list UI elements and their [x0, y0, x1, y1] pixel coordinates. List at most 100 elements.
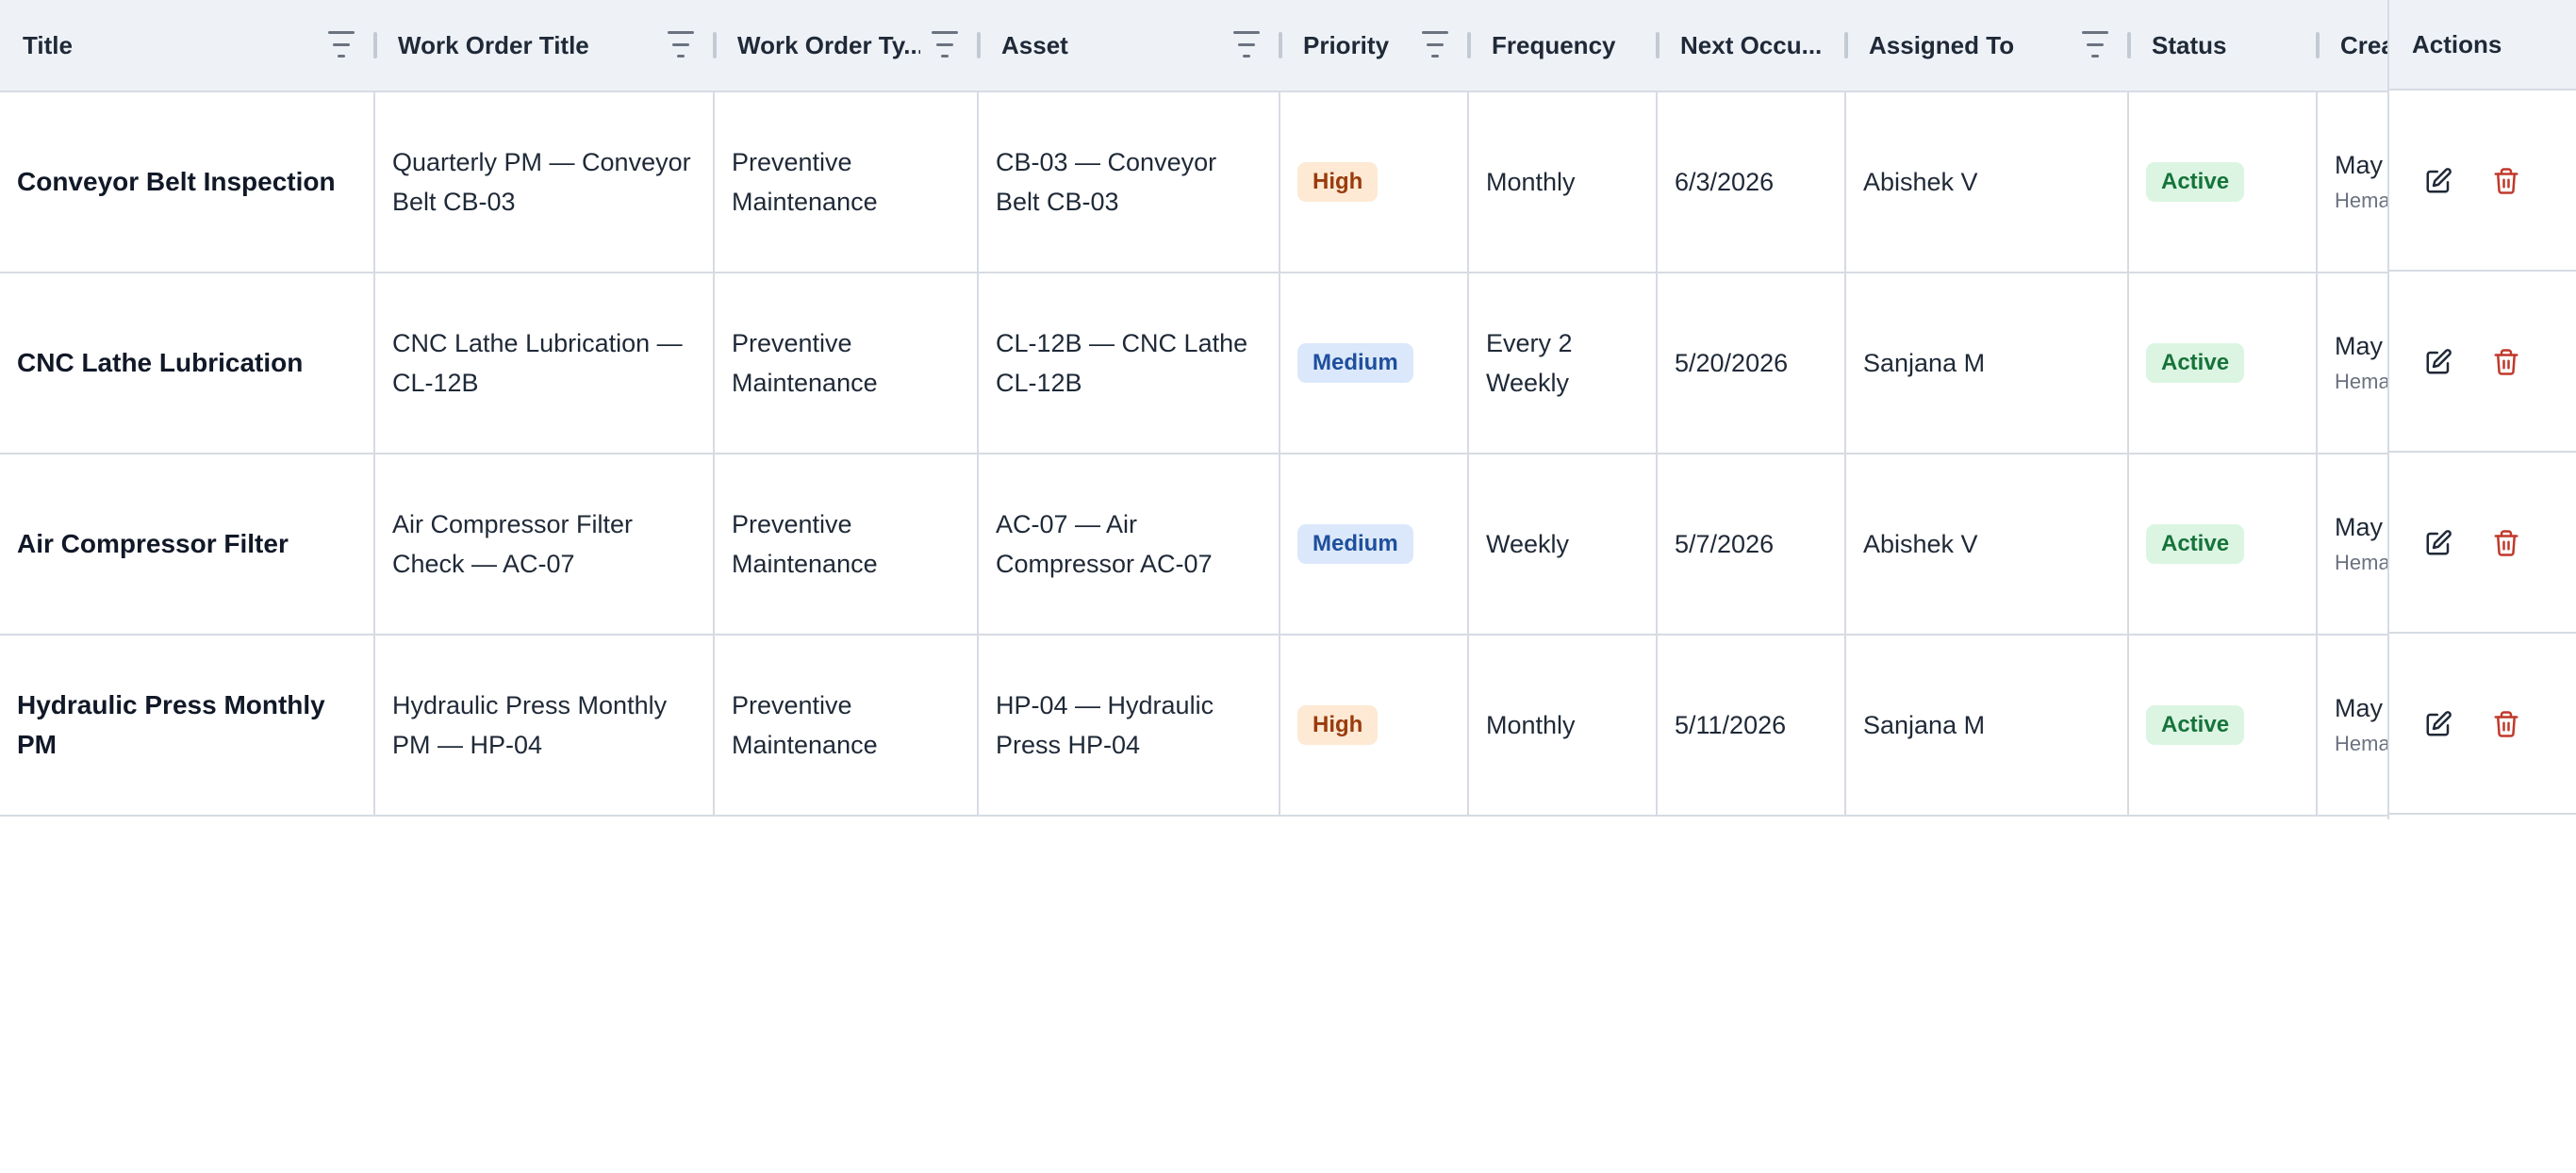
cell-asset: CB-03 — Conveyor Belt CB-03	[979, 92, 1280, 272]
filter-icon[interactable]	[326, 31, 356, 58]
filter-icon[interactable]	[930, 31, 960, 58]
column-header-label: Actions	[2412, 29, 2502, 58]
cell-next-occurrence: 5/20/2026	[1658, 273, 1846, 453]
cell-frequency: Monthly	[1469, 636, 1658, 815]
filter-icon[interactable]	[1420, 31, 1450, 58]
column-header-label: Status	[2152, 30, 2227, 59]
next-occurrence-text: 5/20/2026	[1675, 349, 1789, 377]
next-occurrence-text: 5/7/2026	[1675, 530, 1775, 558]
trash-icon	[2494, 349, 2518, 375]
status-badge: Active	[2146, 162, 2245, 202]
actions-cell	[2389, 454, 2576, 634]
cell-work-order-type: Preventive Maintenance	[715, 273, 979, 453]
delete-button[interactable]	[2487, 162, 2525, 200]
column-header-status[interactable]: Status	[2129, 0, 2318, 91]
trash-icon	[2494, 530, 2518, 556]
priority-badge: High	[1297, 705, 1379, 745]
table-header: Title Work Order Title Work Order Ty... Ass…	[0, 0, 2576, 92]
column-header-label: Next Occu...	[1680, 30, 1823, 59]
column-header-label: Priority	[1303, 30, 1390, 59]
trash-icon	[2494, 168, 2518, 194]
filter-icon[interactable]	[666, 31, 696, 58]
cell-title: Conveyor Belt Inspection	[0, 92, 375, 272]
cell-work-order-type: Preventive Maintenance	[715, 92, 979, 272]
cell-assigned-to: Abishek V	[1846, 454, 2129, 634]
cell-frequency: Monthly	[1469, 92, 1658, 272]
title-text[interactable]: Hydraulic Press Monthly PM	[17, 686, 362, 765]
work-order-type-text: Preventive Maintenance	[732, 510, 878, 578]
cell-work-order-type: Preventive Maintenance	[715, 636, 979, 815]
filter-icon[interactable]	[2080, 31, 2110, 58]
column-header-label: Assigned To	[1869, 30, 2015, 59]
next-occurrence-text: 6/3/2026	[1675, 168, 1775, 196]
cell-title: CNC Lathe Lubrication	[0, 273, 375, 453]
edit-button[interactable]	[2419, 162, 2457, 200]
table-row[interactable]: Conveyor Belt Inspection Quarterly PM — C…	[0, 92, 2576, 273]
work-order-type-text: Preventive Maintenance	[732, 148, 878, 216]
cell-work-order-type: Preventive Maintenance	[715, 454, 979, 634]
table-row[interactable]: Hydraulic Press Monthly PM Hydraulic Pres…	[0, 636, 2576, 815]
work-order-title-text: Hydraulic Press Monthly PM — HP-04	[392, 691, 668, 759]
cell-priority: High	[1280, 636, 1469, 815]
assigned-to-text: Abishek V	[1863, 168, 1978, 196]
cell-priority: High	[1280, 92, 1469, 272]
actions-column: Actions	[2387, 0, 2576, 819]
edit-button[interactable]	[2419, 343, 2457, 381]
next-occurrence-text: 5/11/2026	[1675, 711, 1787, 739]
cell-next-occurrence: 5/7/2026	[1658, 454, 1846, 634]
cell-status: Active	[2129, 454, 2318, 634]
title-text[interactable]: CNC Lathe Lubrication	[17, 343, 303, 383]
delete-button[interactable]	[2487, 343, 2525, 381]
cell-work-order-title: Hydraulic Press Monthly PM — HP-04	[375, 636, 715, 815]
cell-frequency: Weekly	[1469, 454, 1658, 634]
asset-text: CL-12B — CNC Lathe CL-12B	[996, 329, 1248, 397]
priority-badge: High	[1297, 162, 1379, 202]
delete-button[interactable]	[2487, 524, 2525, 562]
cell-work-order-title: CNC Lathe Lubrication — CL-12B	[375, 273, 715, 453]
cell-assigned-to: Sanjana M	[1846, 273, 2129, 453]
cell-status: Active	[2129, 92, 2318, 272]
table-row[interactable]: CNC Lathe Lubrication CNC Lathe Lubricati…	[0, 273, 2576, 454]
cell-asset: AC-07 — Air Compressor AC-07	[979, 454, 1280, 634]
cell-title: Air Compressor Filter	[0, 454, 375, 634]
cell-frequency: Every 2 Weekly	[1469, 273, 1658, 453]
column-header-next-occurrence[interactable]: Next Occu...	[1658, 0, 1846, 91]
column-header-label: Title	[23, 30, 73, 59]
frequency-text: Every 2 Weekly	[1486, 329, 1573, 397]
title-text[interactable]: Air Compressor Filter	[17, 524, 289, 564]
title-text[interactable]: Conveyor Belt Inspection	[17, 162, 336, 202]
column-header-frequency[interactable]: Frequency	[1469, 0, 1658, 91]
edit-button[interactable]	[2419, 524, 2457, 562]
edit-button[interactable]	[2419, 705, 2457, 743]
status-badge: Active	[2146, 705, 2245, 745]
edit-icon	[2426, 349, 2452, 374]
status-badge: Active	[2146, 343, 2245, 383]
column-header-title[interactable]: Title	[0, 0, 375, 91]
actions-cell	[2389, 92, 2576, 272]
table-row[interactable]: Air Compressor Filter Air Compressor Filt…	[0, 454, 2576, 636]
frequency-text: Monthly	[1486, 711, 1576, 739]
cell-work-order-title: Air Compressor Filter Check — AC-07	[375, 454, 715, 634]
assigned-to-text: Sanjana M	[1863, 349, 1986, 377]
column-header-label: Frequency	[1492, 30, 1616, 59]
column-header-label: Work Order Ty...	[737, 30, 920, 59]
edit-icon	[2426, 530, 2452, 555]
cell-priority: Medium	[1280, 454, 1469, 634]
cell-next-occurrence: 5/11/2026	[1658, 636, 1846, 815]
work-order-type-text: Preventive Maintenance	[732, 329, 878, 397]
cell-next-occurrence: 6/3/2026	[1658, 92, 1846, 272]
work-order-title-text: Air Compressor Filter Check — AC-07	[392, 510, 634, 578]
cell-assigned-to: Sanjana M	[1846, 636, 2129, 815]
cell-asset: CL-12B — CNC Lathe CL-12B	[979, 273, 1280, 453]
column-header-work-order-title[interactable]: Work Order Title	[375, 0, 715, 91]
asset-text: AC-07 — Air Compressor AC-07	[996, 510, 1213, 578]
assigned-to-text: Sanjana M	[1863, 711, 1986, 739]
cell-priority: Medium	[1280, 273, 1469, 453]
table-body: Conveyor Belt Inspection Quarterly PM — C…	[0, 92, 2576, 815]
trash-icon	[2494, 711, 2518, 737]
priority-badge: Medium	[1297, 343, 1413, 383]
actions-cell	[2389, 636, 2576, 815]
filter-icon[interactable]	[1231, 31, 1262, 58]
delete-button[interactable]	[2487, 705, 2525, 743]
cell-status: Active	[2129, 636, 2318, 815]
